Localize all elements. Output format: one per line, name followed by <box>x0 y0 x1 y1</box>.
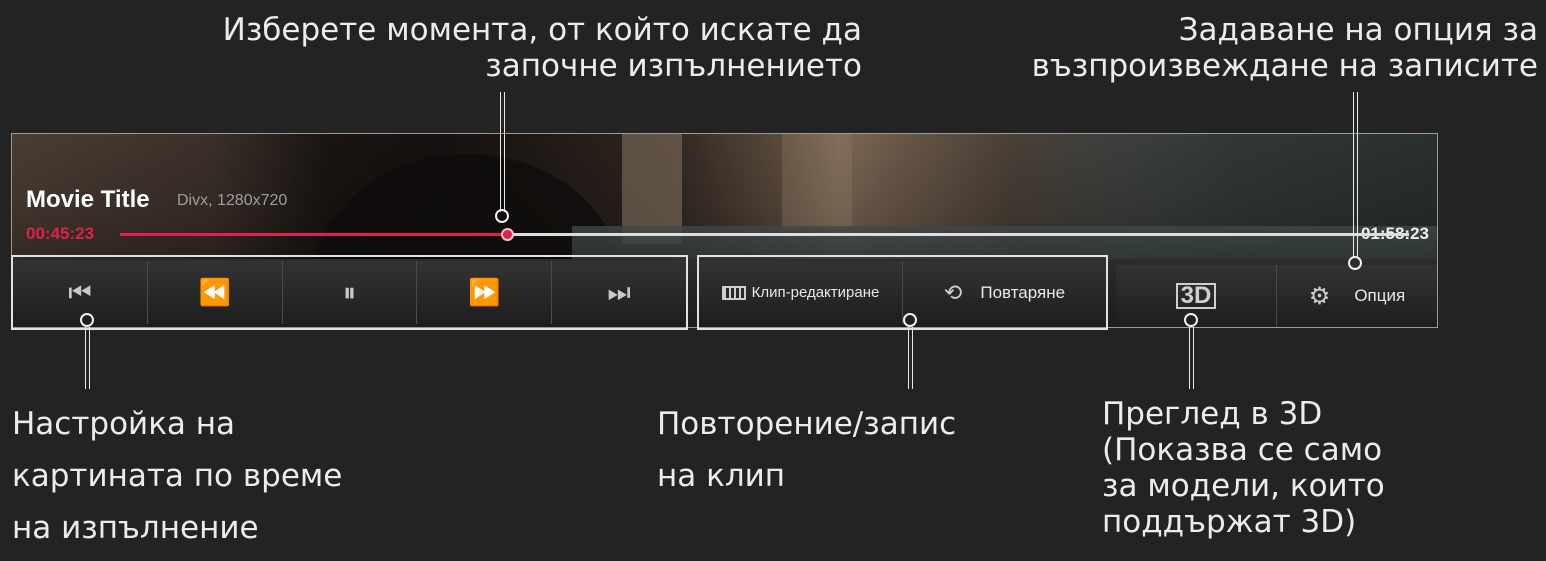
3d-icon: 3D <box>1175 283 1217 309</box>
view3d-leader-line <box>1189 327 1194 389</box>
pause-icon: ⏸ <box>342 276 356 307</box>
repeat-clip-leader-dot <box>903 313 917 327</box>
repeat-button[interactable]: ⟲ Повтаряне <box>902 261 1106 324</box>
pause-button[interactable]: ⏸ <box>281 261 417 324</box>
skip-next-button[interactable]: ⏭ <box>551 261 686 324</box>
seek-leader-dot <box>495 209 509 223</box>
fast-forward-button[interactable]: ⏩ <box>416 261 552 324</box>
repeat-icon: ⟲ <box>943 279 963 305</box>
seek-callout-line-1: Изберете момента, от който искате да <box>222 12 862 48</box>
view3d-callout-line-4: поддържат 3D) <box>1102 504 1357 540</box>
view3d-callout-line-3: за модели, които <box>1102 468 1385 504</box>
video-pillar <box>782 134 852 229</box>
seek-callout-line-2: започне изпълнението <box>485 48 862 84</box>
gear-icon: ⚙ <box>1308 282 1331 310</box>
transport-controls: ⏮ ⏪ ⏸ ⏩ ⏭ <box>11 255 688 330</box>
view3d-callout-line-2: (Показва се само <box>1102 432 1383 468</box>
progress-fill <box>120 233 507 236</box>
option-callout-line-2: възпроизвеждане на записите <box>1031 48 1538 84</box>
rewind-button[interactable]: ⏪ <box>146 261 282 324</box>
picture-leader-line <box>85 327 90 389</box>
repeat-label: Повтаряне <box>980 282 1066 302</box>
option-callout: Задаване на опция за възпроизвеждане на … <box>960 12 1538 84</box>
view3d-callout-line-1: Преглед в 3D <box>1102 396 1323 432</box>
movie-title: Movie Title <box>26 186 150 213</box>
filmstrip-icon <box>721 285 746 300</box>
extra-controls: 3D ⚙ Опция <box>1116 265 1437 327</box>
picture-callout-line-3: на изпълнение <box>12 510 259 546</box>
current-time: 00:45:23 <box>26 224 95 243</box>
seek-callout: Изберете момента, от който искате да зап… <box>140 12 862 84</box>
picture-callout-line-1: Настройка на <box>12 406 236 442</box>
fast-forward-icon: ⏩ <box>468 277 501 307</box>
rewind-icon: ⏪ <box>198 277 231 307</box>
progress-handle[interactable] <box>500 228 514 241</box>
skip-next-icon: ⏭ <box>607 276 631 307</box>
option-callout-line-1: Задаване на опция за <box>1178 12 1538 48</box>
option-label: Опция <box>1354 286 1406 305</box>
clip-edit-button[interactable]: Клип-редактиране <box>699 261 902 324</box>
view3d-callout: Преглед в 3D (Показва се само за модели,… <box>1102 396 1385 540</box>
repeat-clip-leader-line <box>908 327 913 389</box>
view3d-leader-dot <box>1184 313 1198 327</box>
option-leader-line <box>1353 92 1358 258</box>
repeat-clip-callout: Повторение/запис на клип <box>657 398 956 502</box>
option-leader-dot <box>1348 256 1362 270</box>
skip-previous-icon: ⏮ <box>68 276 92 307</box>
repeat-clip-callout-line-2: на клип <box>657 458 786 494</box>
repeat-clip-callout-line-1: Повторение/запис <box>657 406 957 442</box>
clip-edit-label: Клип-редактиране <box>751 284 880 301</box>
picture-callout-line-2: картината по време <box>12 458 343 494</box>
movie-meta: Divx, 1280x720 <box>177 192 288 209</box>
option-button[interactable]: ⚙ Опция <box>1276 265 1437 327</box>
skip-previous-button[interactable]: ⏮ <box>13 261 147 324</box>
picture-callout: Настройка на картината по време на изпъл… <box>12 398 342 554</box>
seek-leader-line <box>500 92 505 212</box>
progress-track[interactable] <box>120 228 1409 241</box>
picture-leader-dot <box>80 313 94 327</box>
